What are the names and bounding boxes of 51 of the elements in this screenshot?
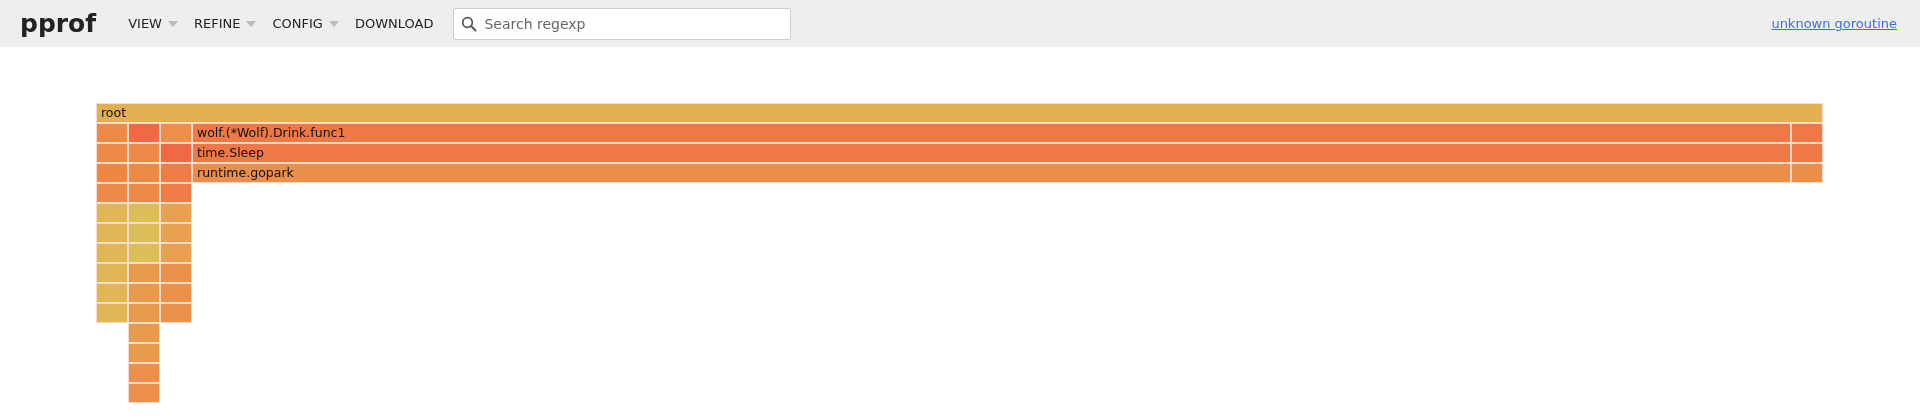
menu-button[interactable]: DOWNLOAD — [346, 10, 442, 37]
flame-frame[interactable] — [128, 203, 160, 223]
flame-frame[interactable]: runtime.gopark — [192, 163, 1791, 183]
logo: pprof — [20, 9, 97, 38]
flame-frame[interactable] — [128, 283, 160, 303]
goroutine-link[interactable]: unknown goroutine — [1771, 16, 1897, 31]
flame-frame[interactable] — [160, 143, 192, 163]
flame-frame[interactable] — [96, 243, 128, 263]
flame-frame[interactable] — [1791, 143, 1823, 163]
flame-frame[interactable] — [1791, 163, 1823, 183]
flame-frame[interactable] — [128, 363, 160, 383]
flame-frame[interactable] — [128, 223, 160, 243]
flame-frame[interactable] — [128, 303, 160, 323]
flame-frame[interactable] — [128, 323, 160, 343]
flame-frame[interactable] — [160, 303, 192, 323]
flame-frame[interactable] — [96, 283, 128, 303]
flame-frame[interactable] — [160, 243, 192, 263]
caret-icon — [167, 20, 178, 27]
menu-button[interactable]: CONFIG — [264, 10, 347, 37]
flame-frame[interactable] — [160, 123, 192, 143]
flame-frame[interactable] — [160, 163, 192, 183]
flame-frame[interactable] — [96, 223, 128, 243]
flame-frame[interactable] — [96, 123, 128, 143]
flame-frame[interactable] — [96, 303, 128, 323]
flame-frame[interactable] — [128, 143, 160, 163]
menu-button[interactable]: REFINE — [185, 10, 265, 37]
flame-frame[interactable]: time.Sleep — [192, 143, 1791, 163]
flame-frame[interactable] — [128, 383, 160, 403]
flame-frame[interactable] — [96, 203, 128, 223]
caret-icon — [246, 20, 257, 27]
flame-frame[interactable] — [96, 143, 128, 163]
flame-frame[interactable] — [128, 183, 160, 203]
flame-frame[interactable] — [96, 163, 128, 183]
flame-frame[interactable] — [96, 263, 128, 283]
flame-frame[interactable] — [160, 263, 192, 283]
search-field[interactable]: Search regexp — [453, 7, 792, 40]
flame-frame[interactable] — [160, 183, 192, 203]
flame-frame[interactable] — [160, 283, 192, 303]
flame-frame[interactable] — [160, 223, 192, 243]
flame-frame[interactable] — [160, 203, 192, 223]
caret-icon — [328, 20, 339, 27]
menu-button[interactable]: VIEW — [120, 10, 186, 37]
flame-frame[interactable] — [128, 163, 160, 183]
flame-frame[interactable] — [128, 343, 160, 363]
flame-frame[interactable]: root — [96, 103, 1823, 123]
flame-frame[interactable]: wolf.(*Wolf).Drink.func1 — [192, 123, 1791, 143]
flame-frame[interactable] — [96, 183, 128, 203]
flame-frame[interactable] — [128, 123, 160, 143]
flame-frame[interactable] — [1791, 123, 1823, 143]
flame-frame[interactable] — [128, 263, 160, 283]
flame-frame[interactable] — [128, 243, 160, 263]
